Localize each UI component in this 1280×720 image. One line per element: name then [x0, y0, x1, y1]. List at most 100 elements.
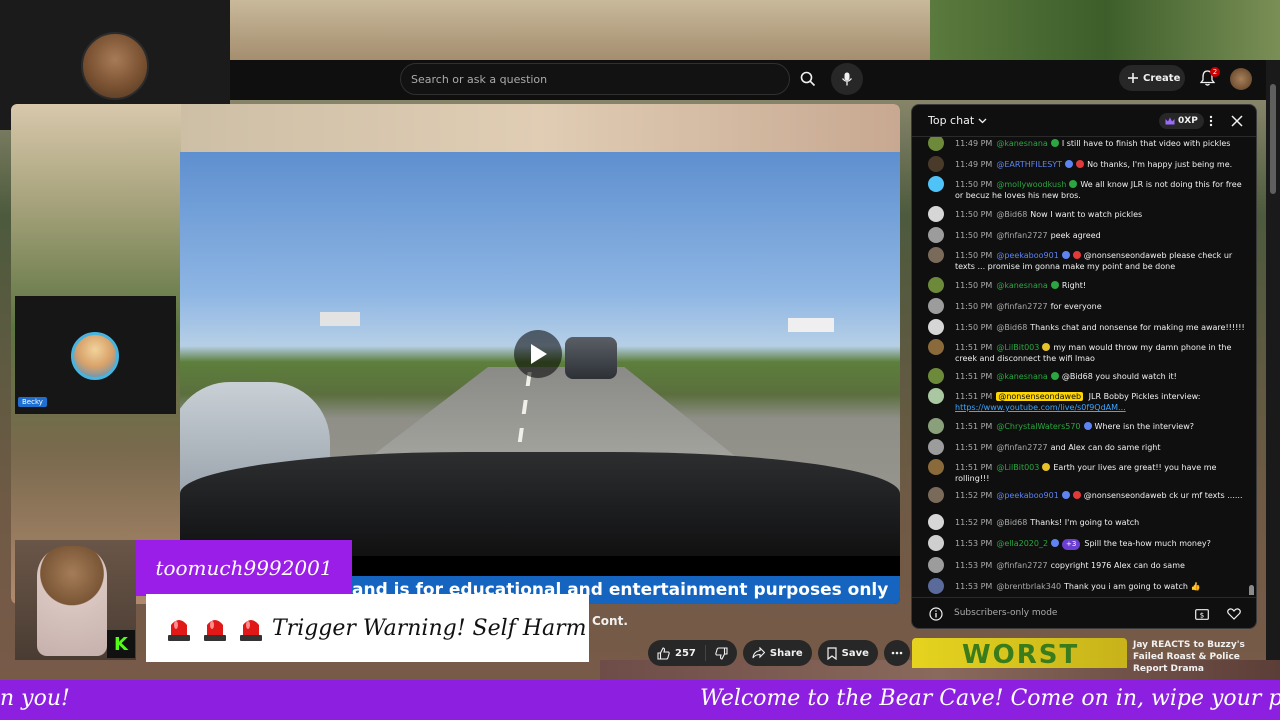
chat-avatar — [928, 277, 944, 293]
chat-author[interactable]: @mollywoodkush — [996, 180, 1066, 189]
member-badge-icon — [1069, 180, 1078, 188]
account-avatar[interactable] — [1230, 68, 1252, 90]
chat-text: Where isn the interview? — [1094, 422, 1194, 431]
page-scrollbar-thumb[interactable] — [1270, 84, 1276, 194]
chat-author[interactable]: @finfan2727 — [996, 561, 1047, 570]
chat-author[interactable]: @LilBit003 — [996, 463, 1039, 472]
chat-author[interactable]: @kanesnana — [996, 372, 1048, 381]
create-button[interactable]: Create — [1119, 65, 1185, 91]
xp-label: 0XP — [1178, 116, 1198, 126]
member-badge-icon — [1042, 343, 1051, 351]
chat-author[interactable]: @finfan2727 — [996, 443, 1047, 452]
chat-author[interactable]: @kanesnana — [996, 281, 1048, 290]
chat-close-button[interactable] — [1229, 113, 1245, 129]
chat-avatar — [928, 557, 944, 573]
chat-avatar — [928, 156, 944, 172]
chat-author[interactable]: @kanesnana — [996, 139, 1048, 148]
video-title-fragment: Cont. — [592, 614, 628, 628]
svg-text:$: $ — [1200, 611, 1204, 619]
member-badge-icon — [1042, 463, 1051, 471]
chat-avatar — [928, 459, 944, 475]
member-badge-icon — [1072, 491, 1081, 499]
chat-author-owner[interactable]: @nonsenseondaweb — [996, 392, 1084, 401]
like-button[interactable]: 257 — [648, 640, 705, 666]
save-button[interactable]: Save — [817, 640, 878, 666]
chat-author[interactable]: @peekaboo901 — [996, 491, 1058, 500]
chat-avatar — [928, 418, 944, 434]
chat-scrollbar-thumb[interactable] — [1249, 585, 1254, 595]
like-count: 257 — [675, 647, 696, 659]
page-scrollbar[interactable] — [1266, 60, 1280, 660]
chat-mode-dropdown[interactable]: Top chat — [928, 114, 987, 127]
voice-search-button[interactable] — [831, 63, 863, 95]
chat-author[interactable]: @peekaboo901 — [996, 251, 1058, 260]
chat-options-button[interactable] — [1205, 113, 1217, 129]
thumbnail-text: WORST — [962, 640, 1080, 668]
chat-time: 11:50 PM — [955, 251, 993, 260]
recommended-video-title[interactable]: Jay REACTS to Buzzy's Failed Roast & Pol… — [1133, 639, 1263, 675]
xp-badge[interactable]: 0XP — [1159, 113, 1204, 129]
bear-mascot — [37, 546, 107, 656]
share-button[interactable]: Share — [742, 640, 812, 666]
chat-text: Right! — [1061, 281, 1087, 290]
chat-time: 11:51 PM — [955, 343, 993, 352]
streamer-name-plate: toomuch9992001 — [136, 540, 352, 596]
notifications-button[interactable]: 2 — [1194, 65, 1220, 91]
chat-text: Thanks chat and nonsense for making me a… — [1030, 323, 1245, 332]
chat-author[interactable]: @Bid68 — [996, 323, 1027, 332]
close-icon — [1231, 115, 1243, 127]
chat-link[interactable]: https://www.youtube.com/live/s0f9QdAM... — [955, 403, 1126, 412]
chat-time: 11:53 PM — [955, 582, 993, 591]
chat-time: 11:53 PM — [955, 539, 993, 548]
chat-text: for everyone — [1050, 302, 1102, 311]
trigger-warning-plate: Trigger Warning! Self Harm — [146, 594, 589, 662]
super-chat-button[interactable]: $ — [1191, 603, 1213, 625]
member-badge-icon — [1050, 372, 1059, 380]
chat-message-list[interactable]: 11:49 PM @kanesnana I still have to finish… — [912, 137, 1256, 595]
more-actions-button[interactable] — [883, 640, 910, 666]
chat-time: 11:50 PM — [955, 180, 993, 189]
search-button[interactable] — [791, 63, 825, 95]
chat-avatar — [928, 137, 944, 151]
ticker-text-tail: n you! — [0, 686, 70, 711]
bookmark-icon — [827, 646, 837, 660]
member-badge-icon — [1076, 160, 1085, 168]
chat-time: 11:49 PM — [955, 139, 993, 148]
heart-icon — [1227, 608, 1241, 620]
chat-author[interactable]: @brentbrlak340 — [996, 582, 1061, 591]
chat-avatar — [928, 487, 944, 503]
youtube-topbar: Search or ask a question Create 2 — [230, 60, 1280, 100]
siren-icon — [168, 620, 190, 641]
chat-author[interactable]: @finfan2727 — [996, 302, 1047, 311]
chat-avatar — [928, 319, 944, 335]
play-button[interactable] — [514, 330, 562, 378]
chat-time: 11:51 PM — [955, 372, 993, 381]
member-badge-icon — [1051, 539, 1060, 547]
chat-author[interactable]: @LilBit003 — [996, 343, 1039, 352]
info-icon[interactable] — [929, 607, 943, 621]
siren-icon — [204, 620, 226, 641]
chat-author[interactable]: @finfan2727 — [996, 231, 1047, 240]
like-dislike-group: 257 — [648, 640, 737, 666]
reactions-button[interactable] — [1223, 603, 1245, 625]
chat-avatar — [928, 339, 944, 355]
chat-time: 11:51 PM — [955, 392, 993, 401]
dislike-button[interactable] — [706, 640, 737, 666]
search-placeholder: Search or ask a question — [411, 72, 548, 86]
recommended-video-thumbnail[interactable]: WORST — [912, 638, 1127, 668]
chevron-down-icon — [978, 118, 987, 123]
chat-author[interactable]: @EARTHFILESYT — [996, 160, 1062, 169]
chat-avatar — [928, 388, 944, 404]
search-input[interactable]: Search or ask a question — [400, 63, 790, 95]
chat-author[interactable]: @Bid68 — [996, 210, 1027, 219]
chat-author[interactable]: @ella2020_2 — [996, 539, 1048, 548]
chat-avatar — [928, 227, 944, 243]
chat-author[interactable]: @Bid68 — [996, 518, 1027, 527]
chat-time: 11:49 PM — [955, 160, 993, 169]
chat-text: and Alex can do same right — [1050, 443, 1161, 452]
share-icon — [752, 647, 765, 659]
chat-time: 11:51 PM — [955, 463, 993, 472]
chat-time: 11:51 PM — [955, 443, 993, 452]
chat-author[interactable]: @ChrystalWaters570 — [996, 422, 1080, 431]
more-horizontal-icon — [891, 651, 903, 655]
